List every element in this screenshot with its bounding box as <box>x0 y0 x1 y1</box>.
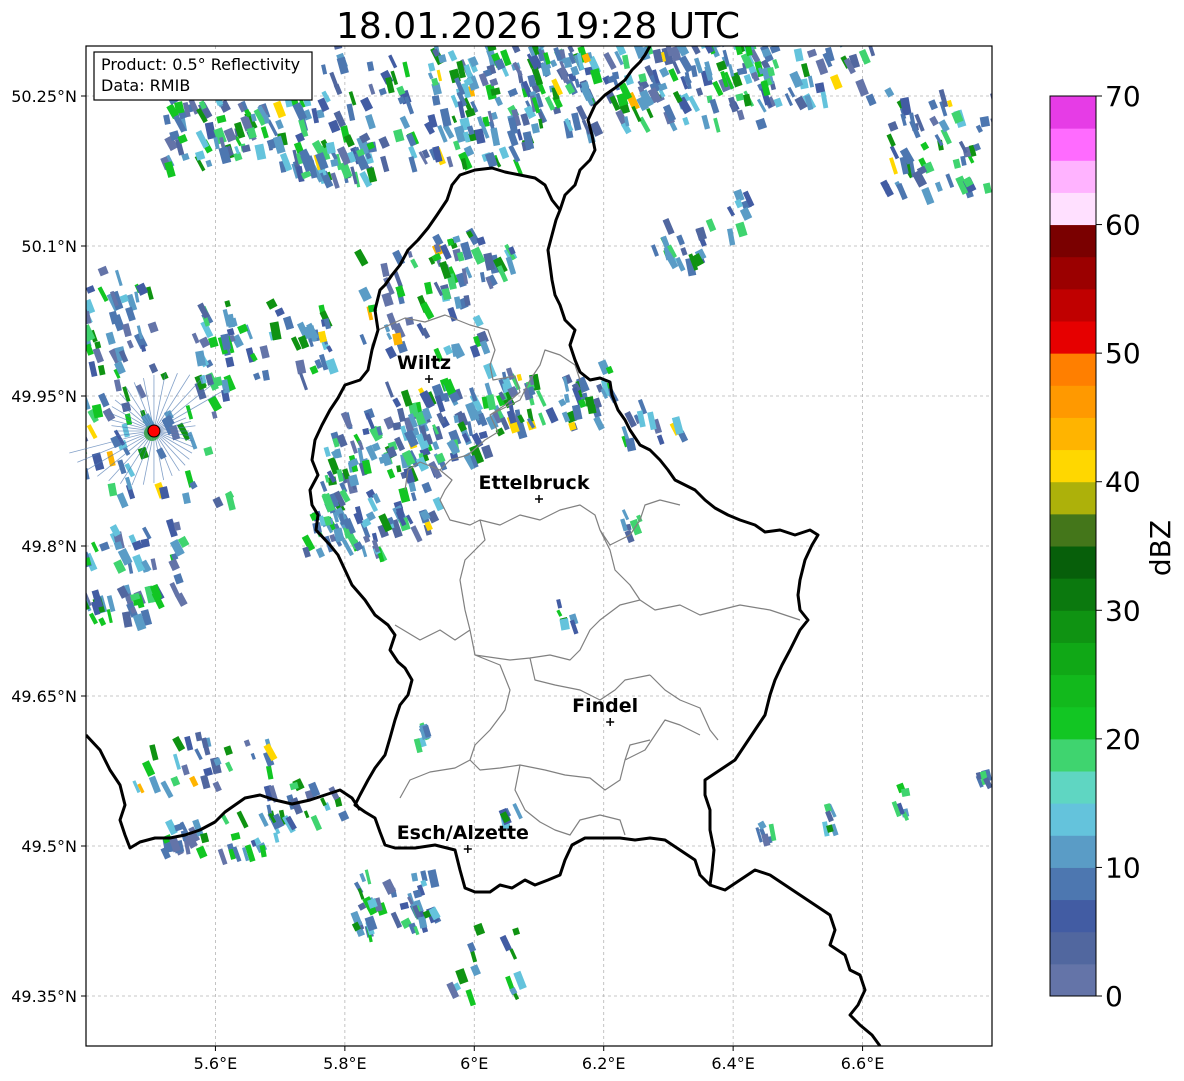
info-box: Product: 0.5° Reflectivity Data: RMIB <box>93 51 313 101</box>
colorbar-segment <box>1050 963 1096 997</box>
colorbar-segment <box>1050 128 1096 161</box>
tick-label-lat: 49.35°N <box>11 987 77 1006</box>
tick-label-lat: 50.1°N <box>21 237 77 256</box>
colorbar-segment <box>1050 96 1096 129</box>
tick-label-lon: 6.4°E <box>711 1054 755 1073</box>
city-label: Esch/Alzette <box>397 822 529 844</box>
colorbar-tick-label: 40 <box>1105 466 1141 499</box>
colorbar-segment <box>1050 835 1096 868</box>
echo-cell <box>979 115 991 128</box>
colorbar-tick-label: 50 <box>1105 337 1141 370</box>
colorbar-tick-label: 0 <box>1105 980 1123 1013</box>
colorbar-segment <box>1050 642 1096 676</box>
colorbar-tick-label: 20 <box>1105 723 1141 756</box>
colorbar-segment <box>1050 738 1096 772</box>
colorbar-segment <box>1050 578 1096 611</box>
colorbar-segment <box>1050 674 1096 708</box>
echo-cell <box>362 427 370 436</box>
city-label: Wiltz <box>397 352 451 374</box>
radar-site-icon <box>147 424 161 438</box>
colorbar-segment <box>1050 224 1096 258</box>
echo-cell <box>900 787 911 798</box>
product-label: Product: 0.5° Reflectivity <box>101 55 300 74</box>
tick-label-lon: 6.2°E <box>582 1054 626 1073</box>
tick-label-lon: 5.8°E <box>323 1054 367 1073</box>
colorbar-segment <box>1050 385 1096 418</box>
colorbar-segment <box>1050 931 1096 965</box>
colorbar-segment <box>1050 449 1096 483</box>
colorbar-segment <box>1050 353 1096 386</box>
colorbar-label: dBZ <box>1144 520 1177 576</box>
echo-cell <box>584 396 595 407</box>
data-source-label: Data: RMIB <box>101 76 190 95</box>
tick-label-lon: 6°E <box>460 1054 488 1073</box>
tick-label-lat: 49.95°N <box>11 387 77 406</box>
colorbar-segment <box>1050 706 1096 740</box>
colorbar-segment <box>1050 610 1096 643</box>
colorbar-segment <box>1050 288 1096 322</box>
colorbar-segment <box>1050 417 1096 451</box>
colorbar-segment <box>1050 899 1096 933</box>
city-label: Findel <box>572 695 638 717</box>
colorbar-tick-label: 10 <box>1105 851 1141 884</box>
city-label: Ettelbruck <box>479 472 590 494</box>
colorbar-segment <box>1050 867 1096 901</box>
tick-label-lat: 50.25°N <box>11 87 77 106</box>
colorbar-segment <box>1050 513 1096 547</box>
colorbar-segment <box>1050 481 1096 515</box>
echo-cell <box>814 82 826 94</box>
colorbar-segment <box>1050 771 1096 804</box>
colorbar-segment <box>1050 546 1096 579</box>
map-title: 18.01.2026 19:28 UTC <box>336 6 740 47</box>
colorbar-segment <box>1050 803 1096 836</box>
tick-label-lon: 5.6°E <box>194 1054 238 1073</box>
colorbar-tick-label: 70 <box>1105 80 1141 113</box>
echo-cell <box>140 538 151 548</box>
radar-map-figure: 18.01.2026 19:28 UTC 5.6°E 5.8°E 6°E 6.2°E 6… <box>0 0 1184 1081</box>
colorbar-segment <box>1050 321 1096 354</box>
colorbar-segment <box>1050 256 1096 290</box>
colorbar-tick-label: 30 <box>1105 594 1141 627</box>
colorbar-segment <box>1050 192 1096 226</box>
colorbar-segment <box>1050 160 1096 193</box>
colorbar-tick-label: 60 <box>1105 209 1141 242</box>
tick-label-lon: 6.6°E <box>841 1054 885 1073</box>
tick-label-lat: 49.8°N <box>21 537 77 556</box>
tick-label-lat: 49.65°N <box>11 687 77 706</box>
echo-cell <box>392 421 402 431</box>
tick-label-lat: 49.5°N <box>21 837 77 856</box>
